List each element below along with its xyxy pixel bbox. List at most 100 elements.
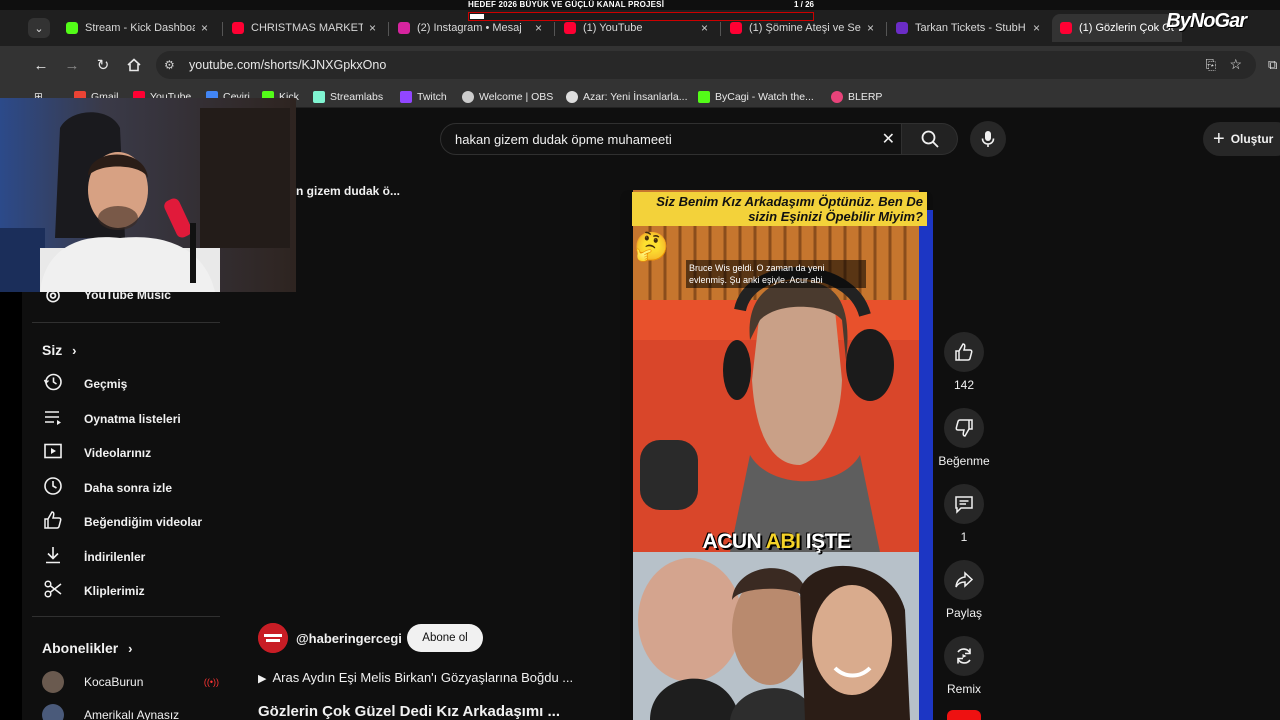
dislike-button[interactable]: [944, 408, 984, 448]
bookmark-streamlabs[interactable]: Streamlabs: [313, 89, 383, 105]
search-input[interactable]: hakan gizem dudak öpme muhameeti ✕: [440, 123, 902, 155]
sidebar-item-label: Videolarınız: [84, 446, 152, 460]
remix-action: Remix: [938, 636, 990, 696]
reload-button[interactable]: ↻: [93, 55, 113, 75]
history-icon: [42, 372, 64, 397]
blerp-icon: [831, 91, 843, 103]
overlay-text-highlight: ABI: [765, 530, 801, 553]
home-button[interactable]: [124, 55, 144, 75]
tab-search-button[interactable]: ⌄: [28, 18, 50, 38]
close-icon[interactable]: ×: [369, 21, 376, 35]
youtube-icon: [730, 22, 742, 34]
site-info-icon[interactable]: ⚙: [164, 58, 175, 72]
subscription-label: Amerikalı Aynasız: [84, 708, 180, 720]
tab-divider: [720, 22, 721, 36]
clear-search-icon[interactable]: ✕: [882, 129, 895, 149]
browser-tab[interactable]: CHRISTMAS MARKET ×: [224, 14, 384, 42]
avatar: [42, 704, 64, 720]
remix-label: Remix: [946, 682, 981, 696]
kick-icon: [66, 22, 78, 34]
youtube-icon: [232, 22, 244, 34]
sidebar-item-clips[interactable]: Kliplerimiz: [42, 576, 227, 606]
tab-divider: [222, 22, 223, 36]
search-button[interactable]: [902, 123, 958, 155]
sidebar-item-liked-videos[interactable]: Beğendiğim videolar: [42, 507, 227, 537]
search-icon: [921, 130, 939, 148]
back-button[interactable]: ←: [31, 55, 51, 75]
comment-action: 1: [938, 484, 990, 544]
sidebar-item-playlists[interactable]: Oynatma listeleri: [42, 404, 227, 434]
tab-title: (1) YouTube: [583, 22, 643, 34]
your-videos-icon: [42, 441, 64, 466]
share-icon: [955, 571, 974, 588]
sound-link[interactable]: ▶ Aras Aydın Eşi Melis Birkan'ı Gözyaşlar…: [258, 670, 573, 685]
close-icon[interactable]: ×: [867, 21, 874, 35]
bookmark-label: BLERP: [848, 91, 883, 103]
channel-thumbnail-icon[interactable]: [947, 710, 981, 720]
subscription-item[interactable]: KocaBurun ((•)): [42, 667, 227, 697]
browser-tab-active[interactable]: (1) Gözlerin Çok Gü: [1052, 14, 1182, 42]
watch-later-icon: [42, 476, 64, 501]
bookmark-blerp[interactable]: BLERP: [831, 89, 882, 105]
microphone-icon: [981, 131, 995, 147]
sidebar-item-your-videos[interactable]: Videolarınız: [42, 438, 227, 468]
close-icon[interactable]: ×: [1033, 21, 1040, 35]
bookmark-star-icon[interactable]: ☆: [1229, 56, 1242, 73]
bookmark-label: Azar: Yeni İnsanlarla...: [583, 91, 688, 103]
close-icon[interactable]: ×: [201, 21, 208, 35]
like-action: 142: [938, 332, 990, 392]
channel-avatar[interactable]: [258, 623, 288, 653]
chevron-right-icon: ›: [72, 343, 77, 358]
playlist-icon: [42, 407, 64, 432]
tab-title: CHRISTMAS MARKET: [251, 22, 363, 34]
sidebar-item-label: İndirilenler: [84, 550, 146, 564]
shorts-video-player[interactable]: Siz Benim Kız Arkadaşımı Öptünüz. Ben De…: [620, 190, 933, 720]
subscription-item[interactable]: Amerikalı Aynasız: [42, 700, 227, 720]
reload-icon: ↻: [96, 57, 110, 74]
like-button[interactable]: [944, 332, 984, 372]
channel-handle[interactable]: @haberingercegi: [296, 631, 402, 646]
comment-icon: [955, 496, 973, 514]
extensions-icon[interactable]: ⧉: [1268, 57, 1277, 73]
sidebar-item-watch-later[interactable]: Daha sonra izle: [42, 473, 227, 503]
url-text: youtube.com/shorts/KJNXGpkxOno: [189, 58, 387, 72]
tab-title: (1) Gözlerin Çok Gü: [1079, 22, 1174, 34]
search-query-text: hakan gizem dudak öpme muhameeti: [455, 132, 672, 147]
shorts-search-chip[interactable]: n gizem dudak ö...: [296, 184, 400, 198]
webcam-overlay: [0, 98, 296, 292]
remix-button[interactable]: [944, 636, 984, 676]
voice-search-button[interactable]: [970, 121, 1006, 157]
create-button[interactable]: + Oluştur: [1203, 122, 1280, 156]
tab-title: (1) Şömine Ateşi ve Se: [749, 22, 861, 34]
sound-title: Aras Aydın Eşi Melis Birkan'ı Gözyaşları…: [272, 670, 574, 685]
browser-tab[interactable]: Tarkan Tickets - StubH ×: [888, 14, 1048, 42]
heading-label: Siz: [42, 342, 63, 358]
bookmark-twitch[interactable]: Twitch: [400, 89, 447, 105]
share-button[interactable]: [944, 560, 984, 600]
avatar: [42, 671, 64, 693]
close-icon[interactable]: ×: [701, 21, 708, 35]
subscribe-button[interactable]: Abone ol: [407, 624, 483, 652]
sidebar-item-downloads[interactable]: İndirilenler: [42, 542, 227, 572]
video-overlay-text: ACUN ABI IŞTE: [620, 530, 933, 554]
sidebar-heading-subscriptions[interactable]: Abonelikler ›: [42, 640, 132, 656]
tab-title: (2) Instagram • Mesaj: [417, 22, 522, 34]
bookmark-label: ByCagi - Watch the...: [715, 91, 814, 103]
sidebar-heading-siz[interactable]: Siz ›: [42, 342, 76, 358]
bookmark-obs[interactable]: Welcome | OBS: [462, 89, 553, 105]
address-bar[interactable]: ⚙ youtube.com/shorts/KJNXGpkxOno ⎘ ☆: [156, 51, 1256, 79]
bookmark-azar[interactable]: Azar: Yeni İnsanlarla...: [566, 89, 687, 105]
bookmark-bycagi[interactable]: ByCagi - Watch the...: [698, 89, 814, 105]
comment-button[interactable]: [944, 484, 984, 524]
stubhub-icon: [896, 22, 908, 34]
plus-icon: +: [1213, 127, 1225, 150]
browser-tab[interactable]: Stream - Kick Dashboa ×: [58, 14, 216, 42]
tab-title: Stream - Kick Dashboa: [85, 22, 195, 34]
sidebar-item-history[interactable]: Geçmiş: [42, 369, 227, 399]
install-app-icon[interactable]: ⎘: [1206, 57, 1216, 73]
arrow-right-icon: →: [64, 56, 80, 74]
kick-icon: [698, 91, 710, 103]
close-icon[interactable]: ×: [535, 21, 542, 35]
sidebar-divider: [32, 322, 220, 323]
forward-button[interactable]: →: [62, 55, 82, 75]
